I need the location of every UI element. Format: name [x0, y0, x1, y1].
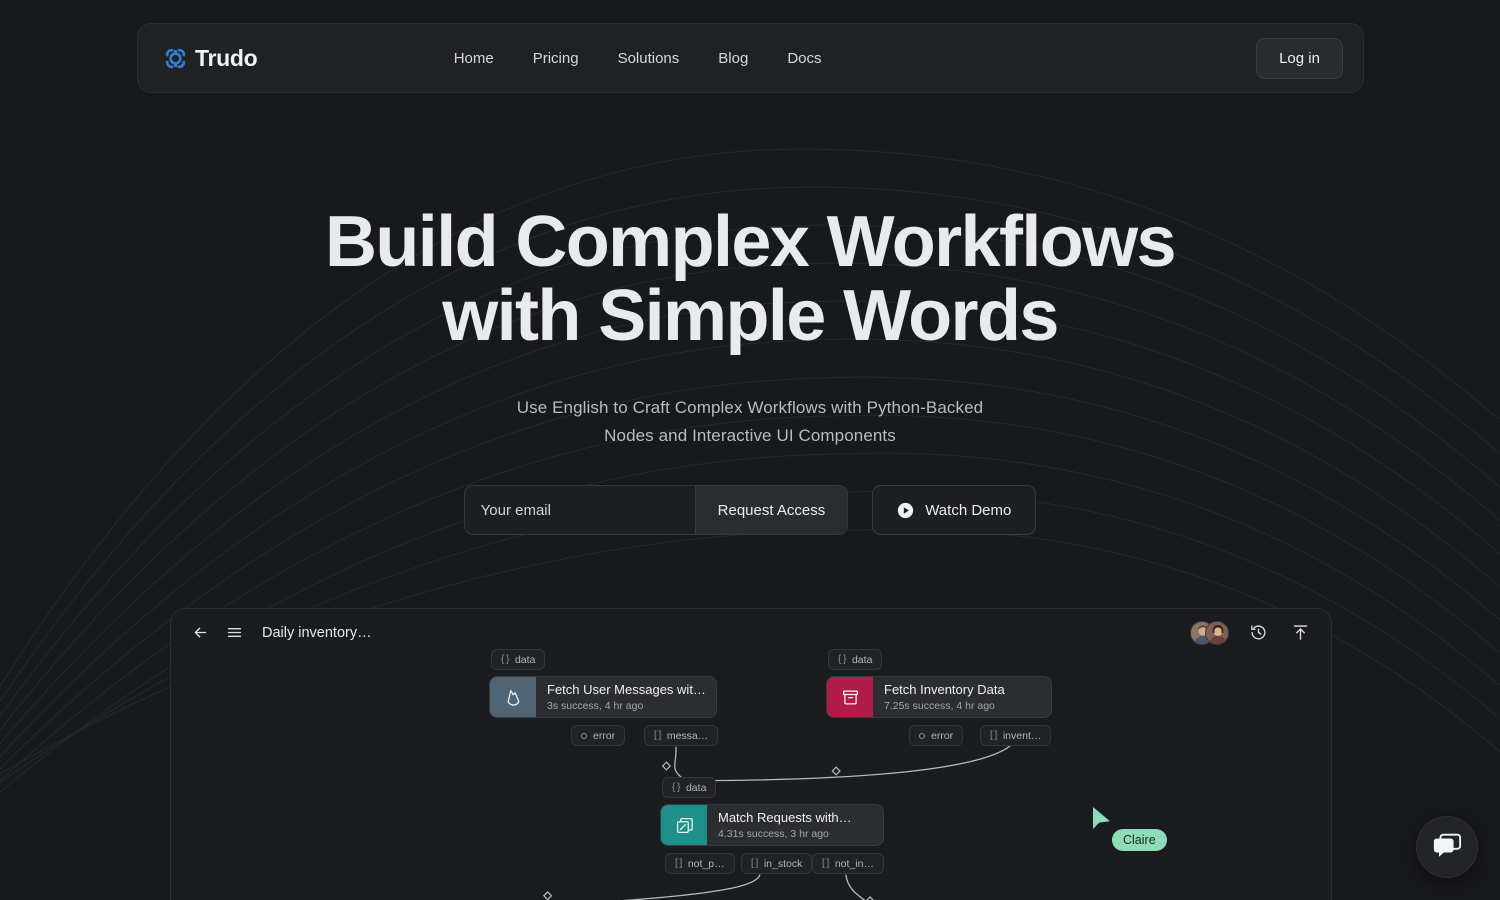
- history-clock-icon[interactable]: [1245, 620, 1271, 646]
- node-output-chip-error[interactable]: error: [571, 725, 626, 746]
- email-signup-group: Request Access: [463, 485, 849, 535]
- node-status-meta: 4.31s success, 3 hr ago: [718, 827, 829, 840]
- play-circle-icon: [897, 502, 914, 519]
- hamburger-menu-icon[interactable]: [221, 620, 247, 646]
- avatar: [1205, 620, 1229, 645]
- chat-bubbles-icon: [1432, 830, 1462, 865]
- landing-page: Trudo Home Pricing Solutions Blog Docs L…: [0, 0, 1500, 900]
- trudo-cube-logo-icon: [164, 46, 187, 70]
- node-output-chip-inventory[interactable]: [ ] invent…: [980, 725, 1052, 746]
- node-title: Match Requests with…: [718, 809, 852, 825]
- braces-glyph: { }: [672, 782, 680, 793]
- brackets-glyph: [ ]: [990, 730, 997, 741]
- login-button[interactable]: Log in: [1256, 37, 1343, 79]
- nav-link-docs[interactable]: Docs: [787, 50, 821, 67]
- workflow-canvas-panel: Daily inventory… {} data Fetch User Mes…: [170, 608, 1332, 900]
- input-port-label: data: [685, 781, 707, 794]
- output-port-label: not_in…: [834, 857, 874, 870]
- node-output-chip-error[interactable]: error: [909, 725, 964, 746]
- brackets-glyph: [ ]: [751, 858, 758, 869]
- node-output-chip-not-in[interactable]: [ ] not_in…: [812, 853, 884, 874]
- workflow-node-fetch-inventory-data[interactable]: Fetch Inventory Data 7.25s success, 4 hr…: [826, 676, 1052, 718]
- page-title: Build Complex Workflows with Simple Word…: [0, 205, 1500, 353]
- node-output-chip-messages[interactable]: [ ] messa…: [644, 725, 719, 746]
- top-navigation-bar: Trudo Home Pricing Solutions Blog Docs L…: [137, 23, 1364, 93]
- node-output-chip-not-p[interactable]: [ ] not_p…: [665, 853, 735, 874]
- brand-logo[interactable]: Trudo: [164, 44, 258, 72]
- nav-link-pricing[interactable]: Pricing: [533, 50, 579, 67]
- canvas-toolbar: Daily inventory…: [171, 609, 1331, 656]
- hero-section: Build Complex Workflows with Simple Word…: [0, 205, 1500, 450]
- primary-nav-links: Home Pricing Solutions Blog Docs: [454, 50, 822, 67]
- hero-cta-row: Request Access Watch Demo: [0, 485, 1500, 535]
- email-field[interactable]: [464, 486, 695, 534]
- node-text-block: Match Requests with… 4.31s success, 3 hr…: [707, 805, 866, 845]
- watch-demo-label: Watch Demo: [925, 501, 1012, 519]
- node-text-block: Fetch Inventory Data 7.25s success, 4 hr…: [873, 677, 1019, 717]
- database-archive-icon: [827, 677, 873, 717]
- hero-title-line-2: with Simple Words: [442, 276, 1059, 356]
- brackets-glyph: [ ]: [822, 858, 829, 869]
- output-port-label: error: [593, 729, 616, 742]
- output-port-label: not_p…: [687, 857, 725, 870]
- node-title: Fetch User Messages wit…: [547, 681, 706, 697]
- firebase-flame-icon: [490, 677, 536, 717]
- collaborator-avatars[interactable]: [1190, 620, 1229, 645]
- watch-demo-button[interactable]: Watch Demo: [872, 485, 1037, 535]
- arrow-left-icon[interactable]: [187, 620, 213, 646]
- node-title: Fetch Inventory Data: [884, 681, 1005, 697]
- workflow-title[interactable]: Daily inventory…: [262, 625, 372, 641]
- canvas-toolbar-actions: [1190, 620, 1313, 646]
- upload-arrow-icon[interactable]: [1287, 620, 1313, 646]
- workflow-node-fetch-user-messages[interactable]: Fetch User Messages wit… 3s success, 4 h…: [489, 676, 717, 718]
- brackets-glyph: [ ]: [654, 730, 661, 741]
- nav-link-solutions[interactable]: Solutions: [618, 50, 680, 67]
- node-status-meta: 3s success, 4 hr ago: [547, 699, 644, 712]
- hero-subtitle: Use English to Craft Complex Workflows w…: [0, 394, 1500, 450]
- node-status-meta: 7.25s success, 4 hr ago: [884, 699, 995, 712]
- output-port-label: messa…: [666, 729, 709, 742]
- chat-widget-button[interactable]: [1416, 816, 1478, 878]
- circle-port-icon: [581, 732, 587, 739]
- layers-match-icon: [661, 805, 707, 845]
- hero-subtitle-line-1: Use English to Craft Complex Workflows w…: [516, 398, 984, 417]
- request-access-button[interactable]: Request Access: [694, 486, 848, 534]
- output-port-label: error: [931, 729, 954, 742]
- brackets-glyph: [ ]: [675, 858, 682, 869]
- node-text-block: Fetch User Messages wit… 3s success, 4 h…: [536, 677, 716, 717]
- output-port-label: in_stock: [763, 857, 803, 870]
- hero-title-line-1: Build Complex Workflows: [325, 202, 1177, 282]
- workflow-node-match-requests[interactable]: Match Requests with… 4.31s success, 3 hr…: [660, 804, 884, 846]
- hero-subtitle-line-2: Nodes and Interactive UI Components: [604, 426, 896, 445]
- output-port-label: invent…: [1002, 729, 1042, 742]
- brand-name: Trudo: [195, 44, 258, 71]
- node-output-chip-in-stock[interactable]: [ ] in_stock: [741, 853, 813, 874]
- node-input-chip-data[interactable]: { } data: [662, 777, 717, 798]
- nav-link-home[interactable]: Home: [454, 50, 494, 67]
- nav-link-blog[interactable]: Blog: [718, 50, 748, 67]
- circle-port-icon: [919, 732, 925, 739]
